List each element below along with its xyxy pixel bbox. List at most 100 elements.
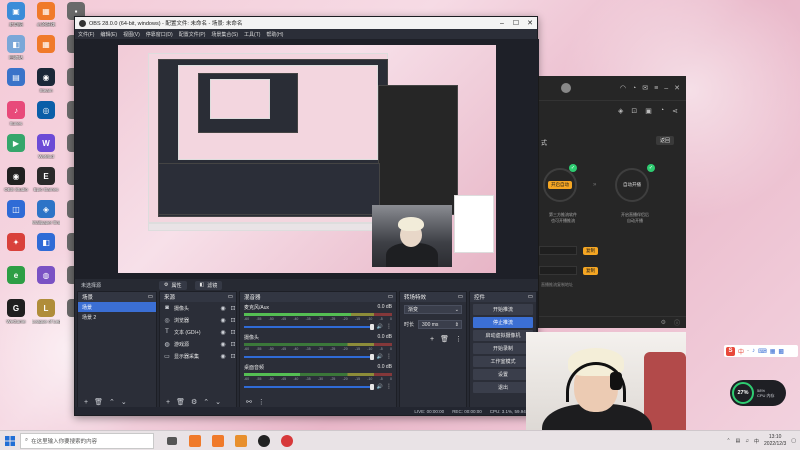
close-icon[interactable]: ✕ bbox=[523, 17, 537, 29]
punctuation-icon[interactable]: · bbox=[747, 348, 749, 354]
ime-tray-icon[interactable]: 中 bbox=[754, 438, 759, 445]
headset-icon[interactable]: ◠ bbox=[620, 84, 626, 92]
more-icon[interactable]: ⋮ bbox=[258, 398, 265, 406]
fader-handle[interactable] bbox=[369, 383, 374, 390]
transition-duration-input[interactable]: 300 ms ⇕ bbox=[418, 320, 462, 329]
desktop-icon[interactable]: e bbox=[2, 266, 30, 299]
windows-start-icon[interactable] bbox=[0, 431, 20, 450]
obs-preview[interactable] bbox=[75, 39, 539, 279]
lock-icon[interactable]: ⊡ bbox=[230, 305, 236, 312]
keyboard-icon[interactable]: ⌨ bbox=[758, 348, 767, 355]
taskbar-app-obs[interactable] bbox=[254, 431, 274, 450]
desktop-icon[interactable]: ▦ 心的游戏 bbox=[32, 2, 60, 35]
taskbar-app-netease[interactable] bbox=[277, 431, 297, 450]
desktop-icon[interactable]: G WeGame bbox=[2, 299, 30, 332]
lock-icon[interactable]: ⊡ bbox=[230, 341, 236, 348]
desktop-icon[interactable]: E Epic Games bbox=[32, 167, 60, 200]
lock-icon[interactable]: ⊡ bbox=[230, 317, 236, 324]
more-icon[interactable]: ⋮ bbox=[386, 323, 392, 330]
lock-icon[interactable]: ⊡ bbox=[631, 107, 637, 115]
obs-titlebar[interactable]: OBS 28.0.0 (64-bit, windows) - 配置文件: 未命名… bbox=[75, 17, 537, 29]
desktop-icon[interactable]: ◈ Wallpaper Engine bbox=[32, 200, 60, 233]
source-item[interactable]: T 文本 (GDI+) ◉ ⊡ bbox=[160, 326, 236, 338]
desktop-icon[interactable]: ♪ Itunes bbox=[2, 101, 30, 134]
share-icon[interactable]: ⋖ bbox=[672, 107, 678, 115]
volume-fader[interactable] bbox=[244, 383, 374, 390]
maximize-icon[interactable]: ☐ bbox=[509, 17, 523, 29]
remove-source-icon[interactable]: 🗑 bbox=[176, 398, 185, 406]
desktop-icon[interactable]: ✦ bbox=[2, 233, 30, 266]
desktop-icon[interactable]: ◍ bbox=[32, 266, 60, 299]
info-icon[interactable]: ⓘ bbox=[674, 318, 680, 327]
desktop-icon[interactable]: L League of Legends bbox=[32, 299, 60, 332]
lock-icon[interactable]: ⊡ bbox=[230, 329, 236, 336]
auto-live-ring[interactable]: 自动开播 bbox=[615, 168, 649, 202]
dock-menu-icon[interactable]: ▭ bbox=[528, 294, 533, 300]
desktop-icon[interactable]: ◎ bbox=[32, 101, 60, 134]
task-view-icon[interactable] bbox=[162, 431, 182, 450]
copy-server-button[interactable]: 复制 bbox=[583, 247, 598, 255]
chevron-up-icon[interactable]: ⌃ bbox=[726, 438, 730, 444]
menu-icon[interactable]: ≡ bbox=[654, 85, 658, 92]
control-button[interactable]: 设置 bbox=[473, 369, 533, 380]
add-scene-icon[interactable]: + bbox=[84, 399, 88, 406]
control-button[interactable]: 停止推流 bbox=[473, 317, 533, 328]
add-transition-icon[interactable]: + bbox=[430, 336, 434, 343]
close-icon[interactable]: ✕ bbox=[674, 84, 680, 92]
control-button[interactable]: 开始推流 bbox=[473, 304, 533, 315]
taskbar-app-game-3[interactable] bbox=[231, 431, 251, 450]
source-item[interactable]: ◙ 摄像头 ◉ ⊡ bbox=[160, 302, 236, 314]
menu-item[interactable]: 文件(F) bbox=[78, 31, 94, 38]
desktop-icon[interactable]: ◉ Steam bbox=[32, 68, 60, 101]
volume-fader[interactable] bbox=[244, 323, 374, 330]
source-item[interactable]: ◍ 游戏源 ◉ ⊡ bbox=[160, 338, 236, 350]
desktop-icon[interactable]: ▤ bbox=[2, 68, 30, 101]
back-button[interactable]: 返回 bbox=[655, 136, 674, 145]
menu-item[interactable]: 配置文件(P) bbox=[179, 31, 206, 38]
visibility-eye-icon[interactable]: ◉ bbox=[220, 353, 226, 360]
transition-type-select[interactable]: 渐变 ⌄ bbox=[404, 305, 462, 314]
desktop-icon[interactable]: ◧ bbox=[32, 233, 60, 266]
menu-item[interactable]: 视图(V) bbox=[123, 31, 140, 38]
control-button[interactable]: 退出 bbox=[473, 382, 533, 393]
properties-button[interactable]: ⚙ 属性 bbox=[159, 280, 187, 290]
desktop-icon[interactable]: ▶ bbox=[2, 134, 30, 167]
server-url-field[interactable] bbox=[539, 246, 577, 255]
menu-item[interactable]: 编辑(E) bbox=[100, 31, 117, 38]
avatar[interactable] bbox=[561, 83, 571, 93]
link-icon[interactable]: ⚯ bbox=[246, 398, 252, 406]
menu-item[interactable]: 停靠窗口(D) bbox=[146, 31, 173, 38]
desktop-icon[interactable]: W WeMod bbox=[32, 134, 60, 167]
control-button[interactable]: 工作室模式 bbox=[473, 356, 533, 367]
volume-fader[interactable] bbox=[244, 353, 374, 360]
more-icon[interactable]: ⋮ bbox=[455, 335, 462, 343]
visibility-eye-icon[interactable]: ◉ bbox=[220, 341, 226, 348]
lock-icon[interactable]: ⊡ bbox=[230, 353, 236, 360]
desktop-icon[interactable]: ◫ bbox=[2, 200, 30, 233]
taskbar-search[interactable]: ⌕ 在这里输入你要搜索的内容 bbox=[20, 432, 154, 449]
dock-menu-icon[interactable]: ▭ bbox=[148, 294, 153, 300]
skin-icon[interactable]: ▦ bbox=[770, 348, 776, 355]
taskbar-app-game-2[interactable] bbox=[208, 431, 228, 450]
ime-toolbar[interactable]: S 中 · ♪ ⌨ ▦ ▩ bbox=[724, 345, 798, 357]
more-icon[interactable]: ⋮ bbox=[386, 353, 392, 360]
gift-icon[interactable]: ▣ bbox=[645, 107, 652, 115]
cpu-monitor-widget[interactable]: 27% 58% CPU 内存 bbox=[730, 380, 786, 406]
scene-item[interactable]: 场景 2 bbox=[78, 312, 156, 322]
speaker-icon[interactable]: 🔊 bbox=[377, 324, 383, 330]
fader-handle[interactable] bbox=[369, 353, 374, 360]
desktop-icon[interactable]: ◧ 回收站 bbox=[2, 35, 30, 68]
more-icon[interactable]: ⋮ bbox=[386, 383, 392, 390]
speaker-icon[interactable]: 🔊 bbox=[377, 384, 383, 390]
minimize-icon[interactable]: – bbox=[495, 17, 509, 29]
gear-icon[interactable]: ⚙ bbox=[191, 398, 197, 406]
taskbar-app-game-1[interactable] bbox=[185, 431, 205, 450]
visibility-eye-icon[interactable]: ◉ bbox=[220, 317, 226, 324]
move-down-icon[interactable]: ⌄ bbox=[121, 398, 127, 406]
auto-start-button[interactable]: 开启自动 bbox=[548, 181, 572, 189]
stream-key-field[interactable] bbox=[539, 266, 577, 275]
desktop-icon[interactable]: ▦ bbox=[32, 35, 60, 68]
settings-icon[interactable]: ⚙ bbox=[661, 319, 666, 326]
bookmark-icon[interactable]: ◈ bbox=[618, 107, 623, 115]
source-item[interactable]: ◎ 浏览器 ◉ ⊡ bbox=[160, 314, 236, 326]
